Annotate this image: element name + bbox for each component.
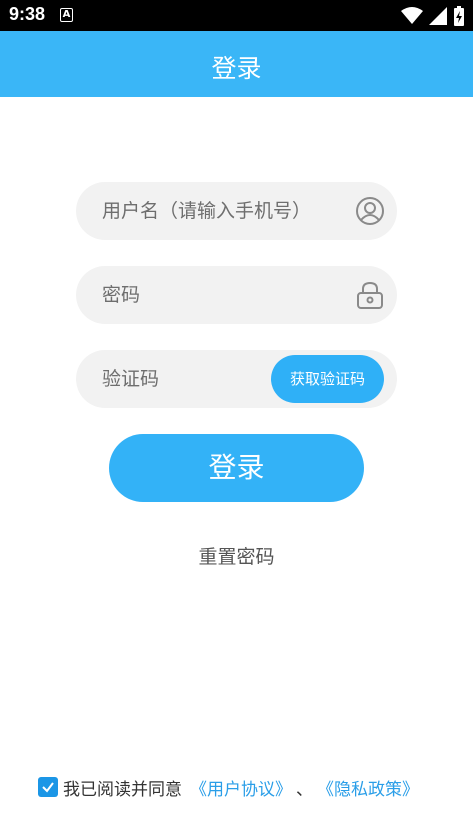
agreement-text: 我已阅读并同意 — [63, 779, 182, 800]
agreement-separator: 、 — [296, 779, 313, 800]
agreement-row: 我已阅读并同意 《用户协议》 、 《隐私政策》 — [38, 775, 419, 800]
verification-code-input[interactable]: 验证码 — [102, 350, 159, 408]
privacy-policy-link[interactable]: 《隐私政策》 — [317, 775, 419, 800]
user-agreement-link[interactable]: 《用户协议》 — [190, 775, 292, 800]
user-icon — [356, 197, 384, 225]
username-input[interactable]: 用户名（请输入手机号） — [102, 182, 311, 240]
signal-icon — [429, 7, 447, 25]
agreement-checkbox[interactable] — [38, 777, 58, 797]
reset-password-link[interactable]: 重置密码 — [0, 542, 473, 569]
checkmark-icon — [42, 782, 54, 793]
page-title: 登录 — [211, 54, 262, 83]
login-button[interactable]: 登录 — [109, 434, 364, 502]
lock-icon — [357, 281, 383, 309]
battery-icon — [454, 6, 464, 26]
system-icons — [401, 6, 465, 26]
status-time: 9:38 — [9, 4, 46, 24]
notification-icon: A — [60, 8, 73, 22]
get-code-button[interactable]: 获取验证码 — [271, 355, 384, 403]
wifi-icon — [401, 7, 423, 24]
status-bar: 9:38 A — [0, 0, 473, 31]
password-input[interactable]: 密码 — [102, 266, 140, 324]
verification-code-field[interactable]: 验证码 获取验证码 — [76, 350, 397, 408]
app-header: 登录 — [0, 31, 473, 97]
password-field[interactable]: 密码 — [76, 266, 397, 324]
username-field[interactable]: 用户名（请输入手机号） — [76, 182, 397, 240]
